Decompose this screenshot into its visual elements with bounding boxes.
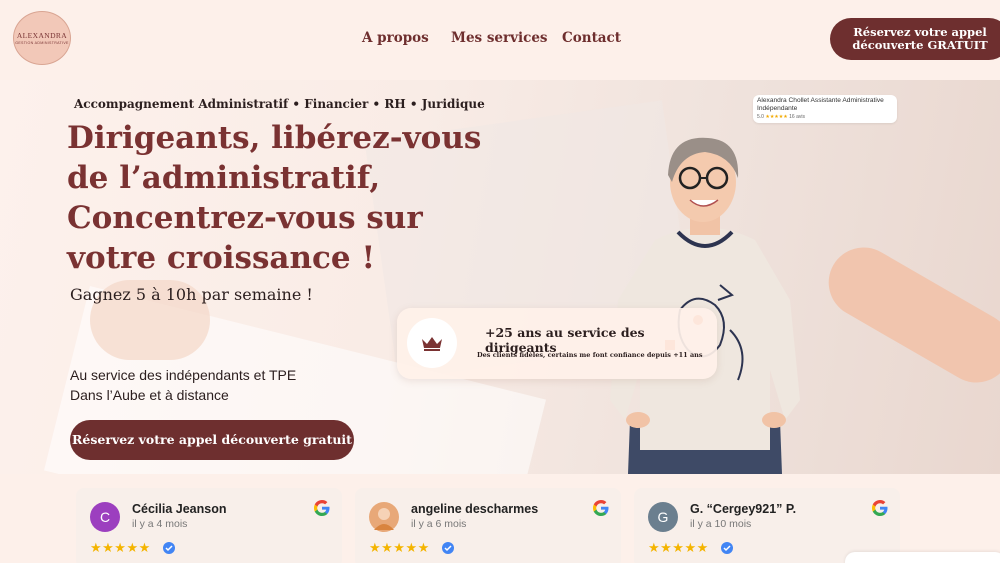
review-card[interactable]: angeline descharmes il y a 6 mois ★★★★★	[355, 488, 621, 563]
experience-stat-subtitle: Des clients fidèles, certains me font co…	[477, 351, 703, 359]
review-widget-business-name: Alexandra Chollet Assistante Administrat…	[757, 97, 884, 112]
hero-booking-button[interactable]: Réservez votre appel découverte gratuit	[70, 420, 354, 460]
header-booking-button[interactable]: Réservez votre appel découverte GRATUIT	[830, 18, 1000, 60]
nav-link-mes-services[interactable]: Mes services	[451, 30, 548, 46]
hero-audience: Au service des indépendants et TPE Dans …	[70, 365, 296, 405]
review-date: il y a 4 mois	[132, 518, 188, 530]
review-date: il y a 10 mois	[690, 518, 752, 530]
audience-line-2: Dans l’Aube et à distance	[70, 387, 229, 403]
background-pen	[815, 234, 1000, 396]
google-review-widget[interactable]: Alexandra Chollet Assistante Administrat…	[753, 95, 897, 123]
headline-line-4: votre croissance !	[67, 240, 376, 276]
hero-subtag: Accompagnement Administratif • Financier…	[74, 97, 485, 111]
logo-subtitle: GESTION ADMINISTRATIVE	[15, 41, 69, 45]
rating-stars: ★★★★★	[90, 540, 151, 555]
reviews-strip: C Cécilia Jeanson il y a 4 mois ★★★★★ an…	[0, 474, 1000, 563]
reviewer-name: angeline descharmes	[411, 502, 539, 516]
nav-link-contact[interactable]: Contact	[562, 30, 621, 46]
avatar: C	[90, 502, 120, 532]
rating-stars: ★★★★★	[369, 540, 430, 555]
logo-name: ALEXANDRA	[16, 31, 68, 40]
portrait-photo	[610, 137, 800, 474]
header-booking-line2: découverte GRATUIT	[852, 38, 988, 52]
google-icon	[872, 500, 888, 516]
avatar	[369, 502, 399, 532]
headline-line-3: Concentrez-vous sur	[67, 200, 423, 236]
avatar: G	[648, 502, 678, 532]
verified-badge-icon	[442, 542, 454, 554]
hero-time-gain: Gagnez 5 à 10h par semaine !	[70, 285, 313, 304]
verified-badge-icon	[721, 542, 733, 554]
verified-badge-icon	[163, 542, 175, 554]
hero-section: Accompagnement Administratif • Financier…	[0, 80, 1000, 474]
nav-link-a-propos[interactable]: A propos	[362, 30, 429, 46]
reviewer-name: Cécilia Jeanson	[132, 502, 227, 516]
experience-stat-card: +25 ans au service des dirigeants Des cl…	[397, 308, 717, 379]
chat-widget-tab[interactable]	[845, 552, 1000, 563]
crown-icon	[407, 318, 457, 368]
review-date: il y a 6 mois	[411, 518, 467, 530]
logo[interactable]: ALEXANDRA GESTION ADMINISTRATIVE	[13, 11, 71, 65]
headline-line-2: de l’administratif,	[67, 160, 381, 196]
hero-headline: Dirigeants, libérez-vous de l’administra…	[67, 118, 487, 278]
google-icon	[314, 500, 330, 516]
site-header: ALEXANDRA GESTION ADMINISTRATIVE A propo…	[0, 0, 1000, 80]
audience-line-1: Au service des indépendants et TPE	[70, 367, 297, 383]
reviewer-name: G. “Cergey921” P.	[690, 502, 797, 516]
review-card[interactable]: C Cécilia Jeanson il y a 4 mois ★★★★★	[76, 488, 342, 563]
google-icon	[593, 500, 609, 516]
headline-line-1: Dirigeants, libérez-vous	[67, 120, 482, 156]
rating-stars: ★★★★★	[648, 540, 709, 555]
